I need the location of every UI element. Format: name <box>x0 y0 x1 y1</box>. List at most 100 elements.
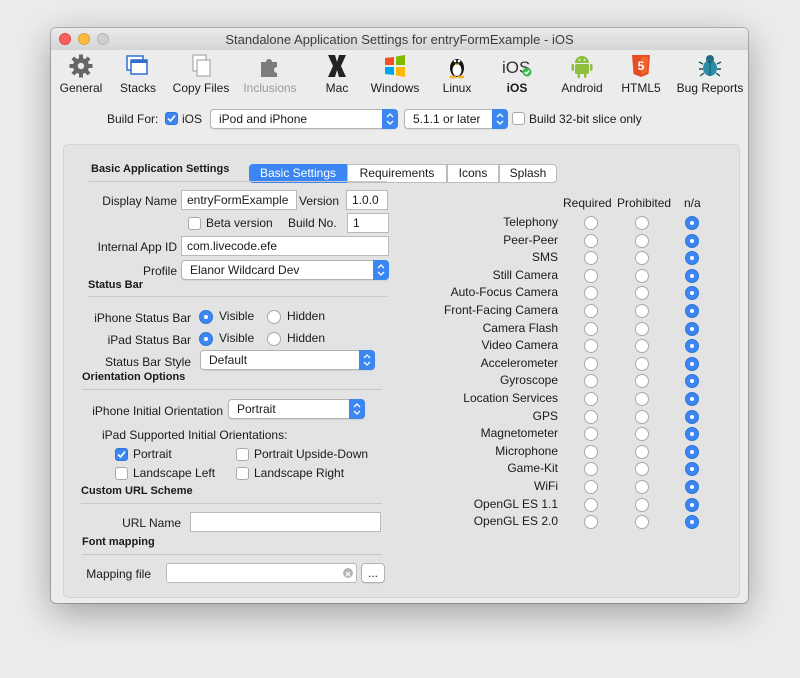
bug-icon <box>698 55 722 77</box>
version-field[interactable]: 1.0.0 <box>346 190 388 210</box>
toolbar-copy-files[interactable]: Copy Files <box>169 53 233 95</box>
capability-radio-prohibited[interactable] <box>635 321 649 336</box>
capability-radio-prohibited[interactable] <box>635 480 649 494</box>
slice-checkbox[interactable] <box>512 112 525 125</box>
toolbar-label: General <box>59 81 103 95</box>
capability-radio-prohibited[interactable] <box>635 356 649 371</box>
profile-label: Profile <box>142 264 177 278</box>
divider <box>88 296 387 297</box>
capability-radio-prohibited[interactable] <box>635 304 649 318</box>
toolbar-label: Stacks <box>119 81 156 95</box>
toolbar-linux[interactable]: Linux <box>435 53 479 95</box>
mapping-file-field[interactable] <box>166 563 357 583</box>
capability-radio-na[interactable] <box>685 304 699 318</box>
toolbar-label: Android <box>561 81 603 95</box>
toolbar-html5[interactable]: 5 HTML5 <box>616 53 666 95</box>
portrait-upside-down-checkbox[interactable] <box>236 448 249 461</box>
url-scheme-header: Custom URL Scheme <box>81 485 193 497</box>
capability-label: Accelerometer <box>480 355 558 370</box>
landscape-left-label: Landscape Left <box>133 466 216 480</box>
build-no-field[interactable]: 1 <box>347 213 389 233</box>
capability-radio-prohibited[interactable] <box>635 497 649 512</box>
toolbar-mac[interactable]: Mac <box>315 53 359 95</box>
toolbar-android[interactable]: Android <box>556 53 608 95</box>
capability-radio-required[interactable] <box>584 392 598 406</box>
stacks-icon <box>126 55 148 75</box>
checkmark-icon <box>167 114 176 123</box>
capability-radio-prohibited[interactable] <box>635 216 649 230</box>
ios-build-checkbox[interactable] <box>165 112 178 125</box>
capability-radio-prohibited[interactable] <box>635 392 649 406</box>
capability-radio-required[interactable] <box>584 233 598 248</box>
build-for-label: Build For: <box>107 112 159 126</box>
toolbar-label: Mac <box>325 81 349 95</box>
beta-version-checkbox[interactable] <box>188 217 201 230</box>
capability-radio-required[interactable] <box>584 304 598 318</box>
capability-radio-required[interactable] <box>584 497 598 512</box>
popup-arrows-icon <box>382 109 398 129</box>
build-no-label: Build No. <box>288 216 337 230</box>
capability-radio-na[interactable] <box>685 268 699 283</box>
landscape-left-checkbox[interactable] <box>115 467 128 480</box>
capability-radio-prohibited[interactable] <box>635 409 649 424</box>
capability-radio-required[interactable] <box>584 409 598 424</box>
capability-radio-na[interactable] <box>685 480 699 494</box>
capability-radio-prohibited[interactable] <box>635 444 649 459</box>
min-version-popup[interactable]: 5.1.1 or later <box>404 109 508 129</box>
iphone-status-visible-radio[interactable] <box>199 310 213 324</box>
capability-radio-required[interactable] <box>584 356 598 371</box>
app-id-field[interactable]: com.livecode.efe <box>181 236 389 256</box>
copy-files-icon <box>192 54 211 77</box>
capability-radio-na[interactable] <box>685 409 699 424</box>
capability-radio-na[interactable] <box>685 444 699 459</box>
browse-button[interactable]: ... <box>361 563 385 583</box>
linux-penguin-icon <box>449 59 465 79</box>
capability-radio-required[interactable] <box>584 444 598 459</box>
iphone-status-hidden-radio[interactable] <box>267 310 281 324</box>
url-name-field[interactable] <box>190 512 381 532</box>
capability-radio-prohibited[interactable] <box>635 268 649 283</box>
title-bar: Standalone Application Settings for entr… <box>51 28 748 51</box>
capability-label: GPS <box>532 408 558 423</box>
profile-popup[interactable]: Elanor Wildcard Dev <box>181 260 389 280</box>
capability-radio-na[interactable] <box>685 233 699 248</box>
toolbar-general[interactable]: General <box>56 53 106 95</box>
toolbar-label: iOS <box>506 81 528 95</box>
iphone-orientation-value: Portrait <box>237 402 276 416</box>
font-mapping-header: Font mapping <box>82 536 155 548</box>
capability-radio-na[interactable] <box>685 356 699 371</box>
toolbar-bug-reports[interactable]: Bug Reports <box>673 53 747 95</box>
toolbar-stacks[interactable]: Stacks <box>113 53 163 95</box>
capability-radio-na[interactable] <box>685 392 699 406</box>
landscape-right-checkbox[interactable] <box>236 467 249 480</box>
checkmark-icon <box>117 450 126 459</box>
capability-radio-required[interactable] <box>584 216 598 230</box>
hidden-label: Hidden <box>287 331 326 345</box>
capability-radio-na[interactable] <box>685 321 699 336</box>
puzzle-piece-icon <box>261 59 277 77</box>
display-name-field[interactable]: entryFormExample <box>181 190 297 210</box>
capability-radio-required[interactable] <box>584 321 598 336</box>
tab-splash[interactable]: Splash <box>499 164 557 183</box>
portrait-checkbox[interactable] <box>115 448 128 461</box>
toolbar-inclusions[interactable]: Inclusions <box>238 53 302 95</box>
iphone-status-bar-label: iPhone Status Bar <box>94 311 191 325</box>
toolbar-ios[interactable]: iOS iOS <box>495 53 539 95</box>
status-bar-style-popup[interactable]: Default <box>200 350 375 370</box>
iphone-orientation-popup[interactable]: Portrait <box>228 399 365 419</box>
capability-radio-prohibited[interactable] <box>635 233 649 248</box>
capability-label: Game-Kit <box>507 461 558 476</box>
ipad-status-visible-radio[interactable] <box>199 332 213 346</box>
basic-settings-header: Basic Application Settings <box>91 163 230 175</box>
capability-radio-required[interactable] <box>584 268 598 283</box>
ipad-status-hidden-radio[interactable] <box>267 332 281 346</box>
capability-radio-required[interactable] <box>584 480 598 494</box>
hidden-label: Hidden <box>287 309 326 323</box>
slice-label: Build 32-bit slice only <box>529 112 642 126</box>
clear-field-icon[interactable] <box>343 568 353 578</box>
device-popup[interactable]: iPod and iPhone <box>210 109 398 129</box>
capability-radio-na[interactable] <box>685 216 699 230</box>
tab-icons[interactable]: Icons <box>447 164 499 183</box>
capability-radio-na[interactable] <box>685 497 699 512</box>
toolbar-windows[interactable]: Windows <box>367 53 423 95</box>
